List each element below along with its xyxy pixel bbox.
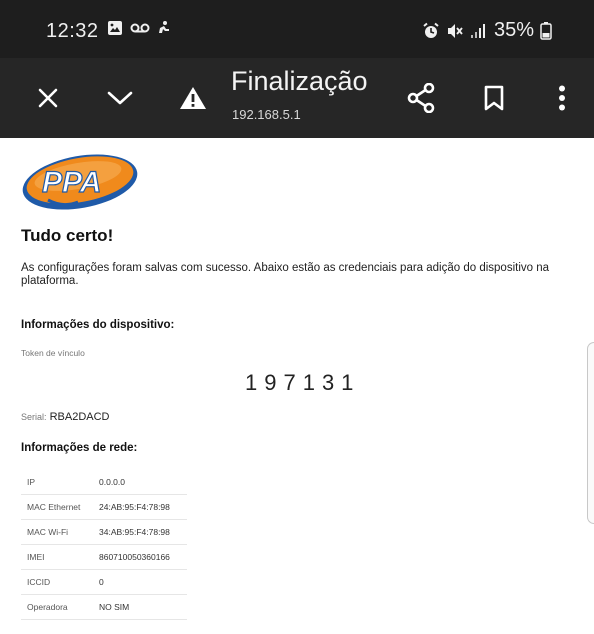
status-time: 12:32 (46, 20, 99, 42)
success-heading: Tudo certo! (21, 226, 114, 245)
image-icon (107, 20, 123, 36)
chevron-down-icon (107, 91, 133, 105)
network-key: IP (21, 470, 93, 495)
table-row: IMEI 860710050360166 (21, 544, 187, 570)
close-button[interactable] (26, 76, 70, 120)
voicemail-icon (130, 22, 150, 34)
bookmark-button[interactable] (472, 76, 516, 120)
table-row: IP 0.0.0.0 (21, 470, 187, 495)
warning-icon (180, 87, 206, 109)
accessibility-icon (157, 20, 171, 36)
share-button[interactable] (399, 76, 443, 120)
success-message: As configurações foram salvas com sucess… (21, 262, 550, 287)
network-key: IMEI (21, 544, 93, 570)
custom-tab-toolbar: Finalização 192.168.5.1 (0, 58, 594, 138)
battery-icon (540, 21, 552, 40)
close-icon (38, 88, 58, 108)
network-table: IP 0.0.0.0 MAC Ethernet 24:AB:95:F4:78:9… (21, 470, 187, 620)
status-right-icons: 35% (422, 19, 552, 42)
battery-percent: 35% (493, 19, 534, 41)
serial-line: Serial: RBA2DACD (21, 411, 109, 423)
more-vert-icon (559, 85, 565, 111)
page-url: 192.168.5.1 (232, 107, 301, 122)
network-value: NO SIM (93, 594, 187, 620)
table-row: Operadora NO SIM (21, 594, 187, 620)
table-row: ICCID 0 (21, 569, 187, 595)
status-left-icons (107, 20, 171, 36)
network-value: 24:AB:95:F4:78:98 (93, 494, 187, 520)
ppa-logo: PPA (18, 148, 142, 219)
more-options-button[interactable] (540, 76, 584, 120)
svg-text:PPA: PPA (42, 166, 101, 199)
serial-value: RBA2DACD (49, 411, 110, 423)
table-row: MAC Wi-Fi 34:AB:95:F4:78:98 (21, 519, 187, 545)
token-value: 197131 (245, 370, 361, 395)
network-key: Operadora (21, 594, 93, 620)
alarm-icon (422, 22, 440, 40)
page-content: PPA Tudo certo! As configurações foram s… (0, 138, 594, 634)
network-value: 0 (93, 569, 187, 595)
mute-icon (446, 22, 464, 40)
table-row: MAC Ethernet 24:AB:95:F4:78:98 (21, 494, 187, 520)
serial-label: Serial: (21, 412, 47, 422)
token-label: Token de vínculo (21, 348, 85, 358)
share-icon (407, 83, 435, 113)
signal-icon (470, 23, 488, 39)
bookmark-icon (484, 85, 504, 111)
edge-panel-handle[interactable] (587, 342, 594, 524)
security-warning-button[interactable] (171, 76, 215, 120)
minimize-button[interactable] (98, 76, 142, 120)
network-key: ICCID (21, 569, 93, 595)
network-value: 860710050360166 (93, 544, 187, 570)
network-value: 0.0.0.0 (93, 470, 187, 495)
network-key: MAC Ethernet (21, 494, 93, 520)
device-info-title: Informações do dispositivo: (21, 319, 175, 331)
network-info-title: Informações de rede: (21, 442, 138, 454)
status-bar: 12:32 35% (0, 0, 594, 58)
page-title: Finalização (231, 66, 368, 96)
network-value: 34:AB:95:F4:78:98 (93, 519, 187, 545)
network-key: MAC Wi-Fi (21, 519, 93, 545)
